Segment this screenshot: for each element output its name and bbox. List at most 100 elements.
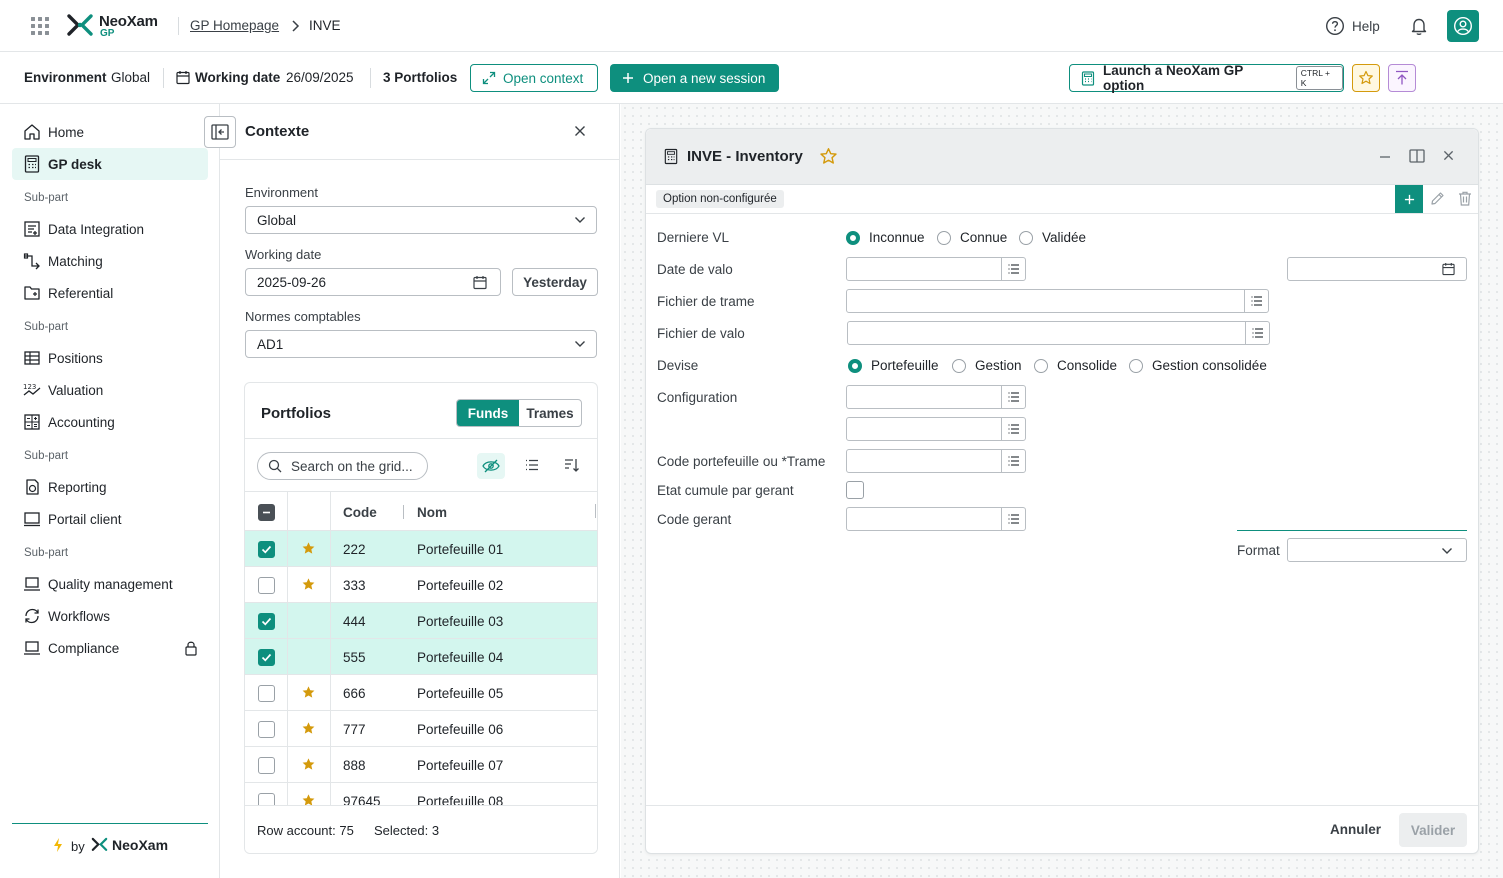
configuration-input-2[interactable] bbox=[846, 417, 1026, 441]
neoxam-logo-icon[interactable] bbox=[66, 13, 94, 39]
row-checkbox[interactable] bbox=[258, 721, 275, 738]
select-all-checkbox[interactable] bbox=[258, 504, 275, 521]
table-row[interactable]: 444 Portefeuille 03 bbox=[245, 603, 597, 639]
working-date-input[interactable]: 2025-09-26 bbox=[245, 268, 501, 296]
annuler-button[interactable]: Annuler bbox=[1330, 822, 1381, 837]
date-valo-calendar-input[interactable] bbox=[1287, 257, 1467, 281]
sidebar-item-matching[interactable]: Matching bbox=[12, 245, 208, 277]
star-icon[interactable] bbox=[301, 721, 316, 736]
plus-icon bbox=[1404, 194, 1414, 204]
edit-icon[interactable] bbox=[1430, 191, 1445, 206]
fichier-valo-input[interactable] bbox=[847, 321, 1270, 345]
table-row[interactable]: 333 Portefeuille 02 bbox=[245, 567, 597, 603]
new-session-label: Open a new session bbox=[643, 70, 766, 86]
table-row[interactable]: 555 Portefeuille 04 bbox=[245, 639, 597, 675]
radio-validee[interactable]: Validée bbox=[1019, 230, 1086, 245]
env-label: Environment bbox=[24, 70, 107, 85]
radio-gestion[interactable]: Gestion bbox=[952, 358, 1022, 373]
table-row[interactable]: 222 Portefeuille 01 bbox=[245, 531, 597, 567]
calendar-icon bbox=[176, 70, 190, 85]
minimize-icon[interactable] bbox=[1379, 156, 1391, 158]
star-icon[interactable] bbox=[301, 757, 316, 772]
column-header-code[interactable]: Code bbox=[343, 505, 377, 520]
row-checkbox[interactable] bbox=[258, 541, 275, 558]
row-checkbox[interactable] bbox=[258, 613, 275, 630]
list-icon[interactable] bbox=[1001, 508, 1025, 530]
star-icon[interactable] bbox=[301, 685, 316, 700]
svg-text:123: 123 bbox=[23, 383, 36, 391]
list-icon[interactable] bbox=[1244, 290, 1268, 312]
calendar-icon[interactable] bbox=[473, 275, 487, 290]
sidebar-item-reporting[interactable]: Reporting bbox=[12, 471, 208, 503]
list-icon[interactable] bbox=[1001, 258, 1025, 280]
sidebar-item-portail-client[interactable]: Portail client bbox=[12, 503, 208, 535]
inve-title: INVE - Inventory bbox=[687, 148, 803, 165]
add-option-button[interactable] bbox=[1395, 185, 1423, 213]
radio-portefeuille[interactable]: Portefeuille bbox=[848, 358, 939, 373]
help-button[interactable]: Help bbox=[1325, 16, 1380, 36]
split-view-icon[interactable] bbox=[1409, 149, 1425, 163]
configuration-input[interactable] bbox=[846, 385, 1026, 409]
launch-option-button[interactable]: Launch a NeoXam GP option CTRL + K bbox=[1069, 63, 1344, 93]
normes-select[interactable]: AD1 bbox=[245, 330, 597, 358]
sidebar-item-positions[interactable]: Positions bbox=[12, 342, 208, 374]
open-context-button[interactable]: Open context bbox=[470, 64, 598, 92]
code-gerant-input[interactable] bbox=[846, 507, 1026, 531]
favorites-button[interactable] bbox=[1352, 64, 1380, 92]
user-avatar-button[interactable] bbox=[1447, 10, 1479, 42]
sort-icon[interactable] bbox=[564, 458, 579, 472]
new-session-button[interactable]: Open a new session bbox=[610, 64, 779, 92]
list-icon[interactable] bbox=[525, 459, 539, 471]
collapse-panel-button[interactable] bbox=[204, 116, 236, 148]
yesterday-button[interactable]: Yesterday bbox=[512, 268, 598, 296]
sidebar-item-workflows[interactable]: Workflows bbox=[12, 600, 208, 632]
environment-select[interactable]: Global bbox=[245, 206, 597, 234]
cell-code: 444 bbox=[343, 614, 366, 629]
etat-cumule-checkbox[interactable] bbox=[846, 481, 864, 499]
app-grid-icon[interactable] bbox=[30, 16, 50, 36]
date-valo-input[interactable] bbox=[846, 257, 1026, 281]
list-icon[interactable] bbox=[1001, 418, 1025, 440]
row-checkbox[interactable] bbox=[258, 685, 275, 702]
radio-gestion-consolidee[interactable]: Gestion consolidée bbox=[1129, 358, 1267, 373]
radio-inconnue[interactable]: Inconnue bbox=[846, 230, 925, 245]
list-icon[interactable] bbox=[1245, 322, 1269, 344]
column-header-nom[interactable]: Nom bbox=[417, 505, 447, 520]
list-icon[interactable] bbox=[1001, 450, 1025, 472]
table-row[interactable]: 666 Portefeuille 05 bbox=[245, 675, 597, 711]
row-checkbox[interactable] bbox=[258, 649, 275, 666]
star-icon[interactable] bbox=[301, 577, 316, 592]
grid-search-input[interactable]: Search on the grid... bbox=[257, 452, 428, 480]
list-icon[interactable] bbox=[1001, 386, 1025, 408]
calendar-icon[interactable] bbox=[1442, 262, 1455, 276]
sidebar-item-gp-desk[interactable]: GP desk bbox=[12, 148, 208, 180]
table-row[interactable]: 777 Portefeuille 06 bbox=[245, 711, 597, 747]
radio-consolide[interactable]: Consolide bbox=[1034, 358, 1117, 373]
sidebar-item-referential[interactable]: Referential bbox=[12, 277, 208, 309]
row-checkbox[interactable] bbox=[258, 577, 275, 594]
sidebar-item-quality-management[interactable]: Quality management bbox=[12, 568, 208, 600]
valider-button[interactable]: Valider bbox=[1399, 813, 1467, 847]
star-icon[interactable] bbox=[301, 541, 316, 556]
close-icon[interactable] bbox=[574, 125, 586, 137]
tab-funds[interactable]: Funds bbox=[457, 400, 519, 426]
table-row[interactable]: 888 Portefeuille 07 bbox=[245, 747, 597, 783]
export-button[interactable] bbox=[1388, 64, 1416, 92]
close-icon[interactable] bbox=[1443, 150, 1454, 161]
sidebar-item-accounting[interactable]: Accounting bbox=[12, 406, 208, 438]
row-checkbox[interactable] bbox=[258, 757, 275, 774]
code-portefeuille-input[interactable] bbox=[846, 449, 1026, 473]
radio-connue[interactable]: Connue bbox=[937, 230, 1007, 245]
fichier-trame-input[interactable] bbox=[846, 289, 1269, 313]
format-select[interactable] bbox=[1287, 538, 1467, 562]
favorite-star-icon[interactable] bbox=[819, 147, 838, 166]
sidebar-item-compliance[interactable]: Compliance bbox=[12, 632, 208, 664]
breadcrumb-home-link[interactable]: GP Homepage bbox=[190, 18, 279, 33]
hide-columns-button[interactable] bbox=[477, 453, 505, 479]
sidebar-item-valuation[interactable]: 123 Valuation bbox=[12, 374, 208, 406]
sidebar-item-home[interactable]: Home bbox=[12, 116, 208, 148]
sidebar-item-data-integration[interactable]: Data Integration bbox=[12, 213, 208, 245]
delete-icon[interactable] bbox=[1458, 191, 1472, 206]
bell-icon[interactable] bbox=[1409, 16, 1429, 36]
tab-trames[interactable]: Trames bbox=[519, 400, 581, 426]
